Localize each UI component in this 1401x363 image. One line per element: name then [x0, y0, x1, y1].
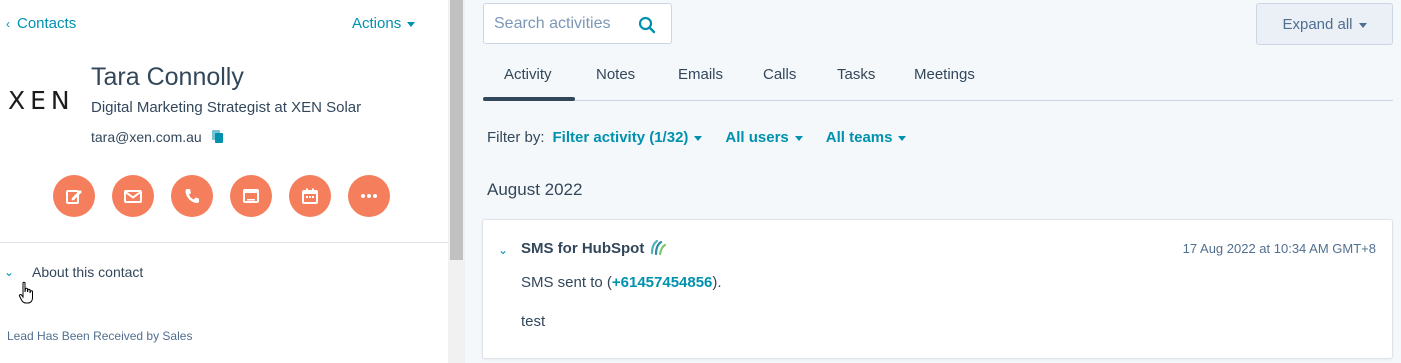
- copy-icon[interactable]: [211, 130, 224, 144]
- contact-title: Digital Marketing Strategist at XEN Sola…: [91, 99, 362, 116]
- tab-emails[interactable]: Emails: [678, 66, 723, 83]
- note-icon: [66, 190, 82, 204]
- contact-email-row: tara@xen.com.au: [91, 129, 224, 145]
- filter-activity-dropdown[interactable]: Filter activity (1/32): [553, 129, 703, 146]
- filter-users-label: All users: [725, 129, 789, 146]
- tab-tasks[interactable]: Tasks: [837, 66, 875, 83]
- sms-sent-prefix: SMS sent to (: [521, 274, 612, 291]
- chevron-left-icon: ‹: [6, 16, 10, 31]
- about-contact-label: About this contact: [32, 264, 144, 280]
- back-link-label: Contacts: [17, 15, 77, 32]
- caret-down-icon: [694, 136, 703, 141]
- phone-number-link[interactable]: +61457454856: [612, 274, 713, 291]
- caret-down-icon: [794, 136, 803, 141]
- actions-dropdown[interactable]: Actions: [352, 15, 416, 32]
- contact-sidebar: ‹ Contacts Actions XEN Tara Connolly Dig…: [0, 0, 448, 363]
- filter-teams-dropdown[interactable]: All teams: [826, 129, 907, 146]
- phone-icon: [185, 189, 199, 203]
- expand-all-button[interactable]: Expand all: [1256, 3, 1393, 45]
- sms-app-logo-icon: [650, 239, 667, 256]
- activity-search-box: [483, 3, 672, 44]
- calendar-icon: [302, 188, 318, 204]
- email-icon: [124, 190, 142, 203]
- expand-all-label: Expand all: [1282, 15, 1353, 33]
- task-icon: [243, 189, 259, 203]
- tab-calls[interactable]: Calls: [763, 66, 796, 83]
- contact-name: Tara Connolly: [91, 63, 244, 91]
- more-actions-button[interactable]: [348, 175, 390, 217]
- make-call-button[interactable]: [171, 175, 213, 217]
- activity-tabs: Activity Notes Emails Calls Tasks Meetin…: [483, 60, 1393, 102]
- activity-title: SMS for HubSpot: [521, 240, 645, 257]
- activity-body: SMS sent to (+61457454856).: [521, 274, 722, 291]
- back-to-contacts-link[interactable]: ‹ Contacts: [6, 15, 76, 32]
- more-icon: [361, 194, 377, 198]
- tab-activity[interactable]: Activity: [504, 66, 552, 83]
- lead-status-label: Lead Has Been Received by Sales: [7, 329, 193, 343]
- tab-notes[interactable]: Notes: [596, 66, 635, 83]
- filter-teams-label: All teams: [825, 129, 893, 146]
- about-contact-toggle[interactable]: ⌄ About this contact: [4, 264, 143, 280]
- actions-label: Actions: [352, 15, 402, 32]
- contact-action-buttons: [53, 175, 390, 217]
- company-logo: XEN: [8, 86, 75, 115]
- filter-users-dropdown[interactable]: All users: [725, 129, 803, 146]
- hand-cursor-icon: [18, 281, 33, 304]
- active-tab-indicator: [483, 97, 575, 101]
- sidebar-scrollbar-thumb[interactable]: [450, 0, 463, 260]
- contact-email: tara@xen.com.au: [91, 129, 202, 145]
- sms-message: test: [521, 313, 546, 330]
- chevron-down-icon: ⌄: [4, 265, 15, 279]
- create-note-button[interactable]: [53, 175, 95, 217]
- filter-activity-label: Filter activity (1/32): [552, 129, 689, 146]
- month-header: August 2022: [487, 180, 583, 199]
- search-icon[interactable]: [638, 16, 656, 34]
- tabs-baseline: [483, 100, 1393, 101]
- activity-card: ⌄ SMS for HubSpot 17 Aug 2022 at 10:34 A…: [482, 219, 1393, 359]
- caret-down-icon: [1358, 22, 1367, 28]
- send-email-button[interactable]: [112, 175, 154, 217]
- collapse-chevron-icon[interactable]: ⌄: [498, 243, 508, 257]
- caret-down-icon: [898, 136, 907, 141]
- activity-timestamp: 17 Aug 2022 at 10:34 AM GMT+8: [1182, 241, 1376, 256]
- create-task-button[interactable]: [230, 175, 272, 217]
- search-activities-input[interactable]: [494, 15, 634, 33]
- filter-by-label: Filter by:: [487, 129, 545, 146]
- caret-down-icon: [407, 22, 416, 27]
- schedule-meeting-button[interactable]: [289, 175, 331, 217]
- sidebar-divider: [0, 242, 448, 243]
- tab-meetings[interactable]: Meetings: [914, 66, 975, 83]
- filter-bar: Filter by: Filter activity (1/32) All us…: [487, 129, 929, 146]
- sms-sent-suffix: ).: [712, 274, 722, 291]
- activity-panel: Expand all Activity Notes Emails Calls T…: [465, 0, 1401, 363]
